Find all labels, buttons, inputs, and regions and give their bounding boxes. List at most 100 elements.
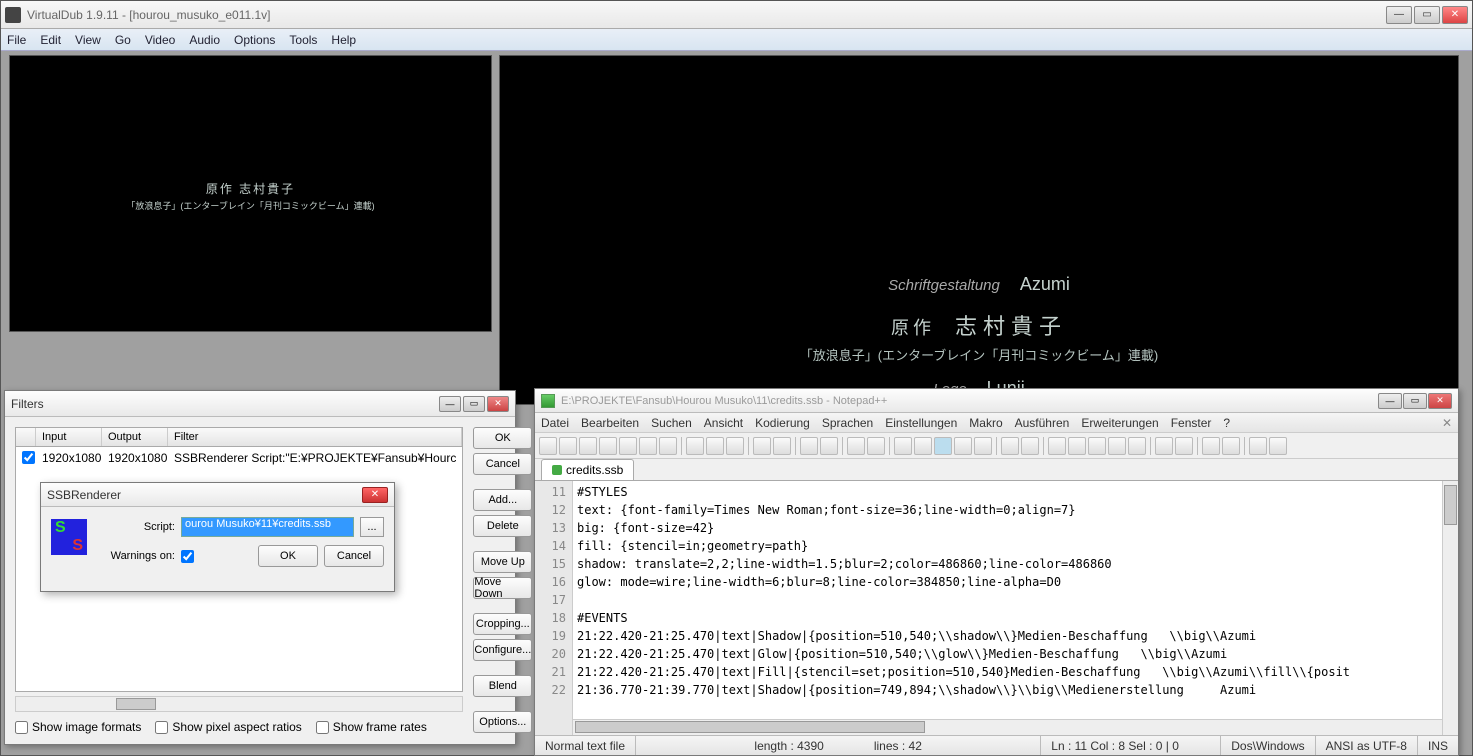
menu-go[interactable]: Go (115, 33, 131, 47)
spellcheck-icon[interactable] (1202, 437, 1220, 455)
cut-icon[interactable] (686, 437, 704, 455)
open-file-icon[interactable] (559, 437, 577, 455)
show-image-formats-check[interactable]: Show image formats (15, 720, 141, 734)
menu-file[interactable]: File (7, 33, 26, 47)
code-editor[interactable]: 111213141516171819202122 #STYLES text: {… (535, 481, 1458, 735)
cancel-button[interactable]: Cancel (473, 453, 532, 475)
col-output[interactable]: Output (102, 428, 168, 446)
warnings-checkbox[interactable] (181, 550, 194, 563)
editor-vscroll[interactable] (1442, 481, 1458, 735)
input-video-pane[interactable]: 原作 志村貴子 「放浪息子」(エンターブレイン「月刊コミックビーム」連載) (9, 55, 492, 332)
find-icon[interactable] (800, 437, 818, 455)
play-multi-icon[interactable] (1108, 437, 1126, 455)
filters-hscroll[interactable] (15, 696, 463, 712)
plugin2-icon[interactable] (1175, 437, 1193, 455)
sync-v-icon[interactable] (894, 437, 912, 455)
code-area[interactable]: #STYLES text: {font-family=Times New Rom… (573, 481, 1442, 735)
menu-ansicht[interactable]: Ansicht (704, 416, 743, 430)
delete-button[interactable]: Delete (473, 515, 532, 537)
menu-kodierung[interactable]: Kodierung (755, 416, 810, 430)
ssb-titlebar[interactable]: SSBRenderer ✕ (41, 483, 394, 507)
ssb-ok-button[interactable]: OK (258, 545, 318, 567)
menu-tools[interactable]: Tools (289, 33, 317, 47)
doc-map-icon[interactable] (1021, 437, 1039, 455)
plugin-icon[interactable] (1155, 437, 1173, 455)
output-video-pane[interactable]: Schriftgestaltung Azumi 原作 志村貴子 「放浪息子」(エ… (499, 55, 1459, 405)
show-framerates-check[interactable]: Show frame rates (316, 720, 427, 734)
paste-icon[interactable] (726, 437, 744, 455)
wrap-icon[interactable] (934, 437, 952, 455)
stop-macro-icon[interactable] (1068, 437, 1086, 455)
close-file-icon[interactable] (619, 437, 637, 455)
main-titlebar[interactable]: VirtualDub 1.9.11 - [hourou_musuko_e011.… (1, 1, 1472, 29)
close-all-icon[interactable] (639, 437, 657, 455)
menu-erweiterungen[interactable]: Erweiterungen (1081, 416, 1158, 430)
maximize-button[interactable]: ▭ (1414, 6, 1440, 24)
print-icon[interactable] (659, 437, 677, 455)
npp-close-button[interactable]: ✕ (1428, 393, 1452, 409)
play-macro-icon[interactable] (1088, 437, 1106, 455)
new-file-icon[interactable] (539, 437, 557, 455)
lang-icon[interactable] (1001, 437, 1019, 455)
col-filter[interactable]: Filter (168, 428, 462, 446)
menu-options[interactable]: Options (234, 33, 275, 47)
replace-icon[interactable] (820, 437, 838, 455)
menu-datei[interactable]: Datei (541, 416, 569, 430)
zoom-in-icon[interactable] (847, 437, 865, 455)
menu-fenster[interactable]: Fenster (1171, 416, 1212, 430)
record-macro-icon[interactable] (1048, 437, 1066, 455)
browse-button[interactable]: ... (360, 517, 384, 537)
sync-h-icon[interactable] (914, 437, 932, 455)
menu-bearbeiten[interactable]: Bearbeiten (581, 416, 639, 430)
menu-help[interactable]: Help (331, 33, 356, 47)
copy-icon[interactable] (706, 437, 724, 455)
editor-hscroll[interactable] (573, 719, 1442, 735)
cropping-button[interactable]: Cropping... (473, 613, 532, 635)
save-icon[interactable] (579, 437, 597, 455)
npp-menu-x-icon[interactable]: ✕ (1442, 416, 1452, 430)
menu-suchen[interactable]: Suchen (651, 416, 692, 430)
menu-sprachen[interactable]: Sprachen (822, 416, 873, 430)
col-input[interactable]: Input (36, 428, 102, 446)
menu-einstellungen[interactable]: Einstellungen (885, 416, 957, 430)
blend-button[interactable]: Blend (473, 675, 532, 697)
menu-makro[interactable]: Makro (969, 416, 1002, 430)
filters-close-button[interactable]: ✕ (487, 396, 509, 412)
menu-edit[interactable]: Edit (40, 33, 61, 47)
save-macro-icon[interactable] (1128, 437, 1146, 455)
configure-button[interactable]: Configure... (473, 639, 532, 661)
menu-video[interactable]: Video (145, 33, 175, 47)
filters-maximize-button[interactable]: ▭ (463, 396, 485, 412)
row-checkbox[interactable] (22, 451, 35, 464)
moveup-button[interactable]: Move Up (473, 551, 532, 573)
filters-titlebar[interactable]: Filters — ▭ ✕ (5, 391, 515, 417)
save-all-icon[interactable] (599, 437, 617, 455)
undo-icon[interactable] (753, 437, 771, 455)
script-input[interactable]: ourou Musuko¥11¥credits.ssb (181, 517, 354, 537)
minimize-button[interactable]: — (1386, 6, 1412, 24)
movedown-button[interactable]: Move Down (473, 577, 532, 599)
menu-help[interactable]: ? (1223, 416, 1230, 430)
npp-titlebar[interactable]: E:\PROJEKTE\Fansub\Hourou Musuko\11\cred… (535, 389, 1458, 413)
filters-minimize-button[interactable]: — (439, 396, 461, 412)
redo-icon[interactable] (773, 437, 791, 455)
menu-audio[interactable]: Audio (189, 33, 220, 47)
menu-ausfuehren[interactable]: Ausführen (1015, 416, 1070, 430)
invisible-chars-icon[interactable] (954, 437, 972, 455)
table-row[interactable]: 1920x1080 1920x1080 SSBRenderer Script:"… (16, 447, 462, 471)
misc-icon[interactable] (1249, 437, 1267, 455)
indent-guide-icon[interactable] (974, 437, 992, 455)
tab-credits[interactable]: credits.ssb (541, 459, 634, 480)
ssb-cancel-button[interactable]: Cancel (324, 545, 384, 567)
zoom-out-icon[interactable] (867, 437, 885, 455)
show-par-check[interactable]: Show pixel aspect ratios (155, 720, 301, 734)
options-button[interactable]: Options... (473, 711, 532, 733)
misc2-icon[interactable] (1269, 437, 1287, 455)
add-button[interactable]: Add... (473, 489, 532, 511)
npp-maximize-button[interactable]: ▭ (1403, 393, 1427, 409)
ok-button[interactable]: OK (473, 427, 532, 449)
menu-view[interactable]: View (75, 33, 101, 47)
npp-minimize-button[interactable]: — (1378, 393, 1402, 409)
spellcheck2-icon[interactable] (1222, 437, 1240, 455)
ssb-close-button[interactable]: ✕ (362, 487, 388, 503)
